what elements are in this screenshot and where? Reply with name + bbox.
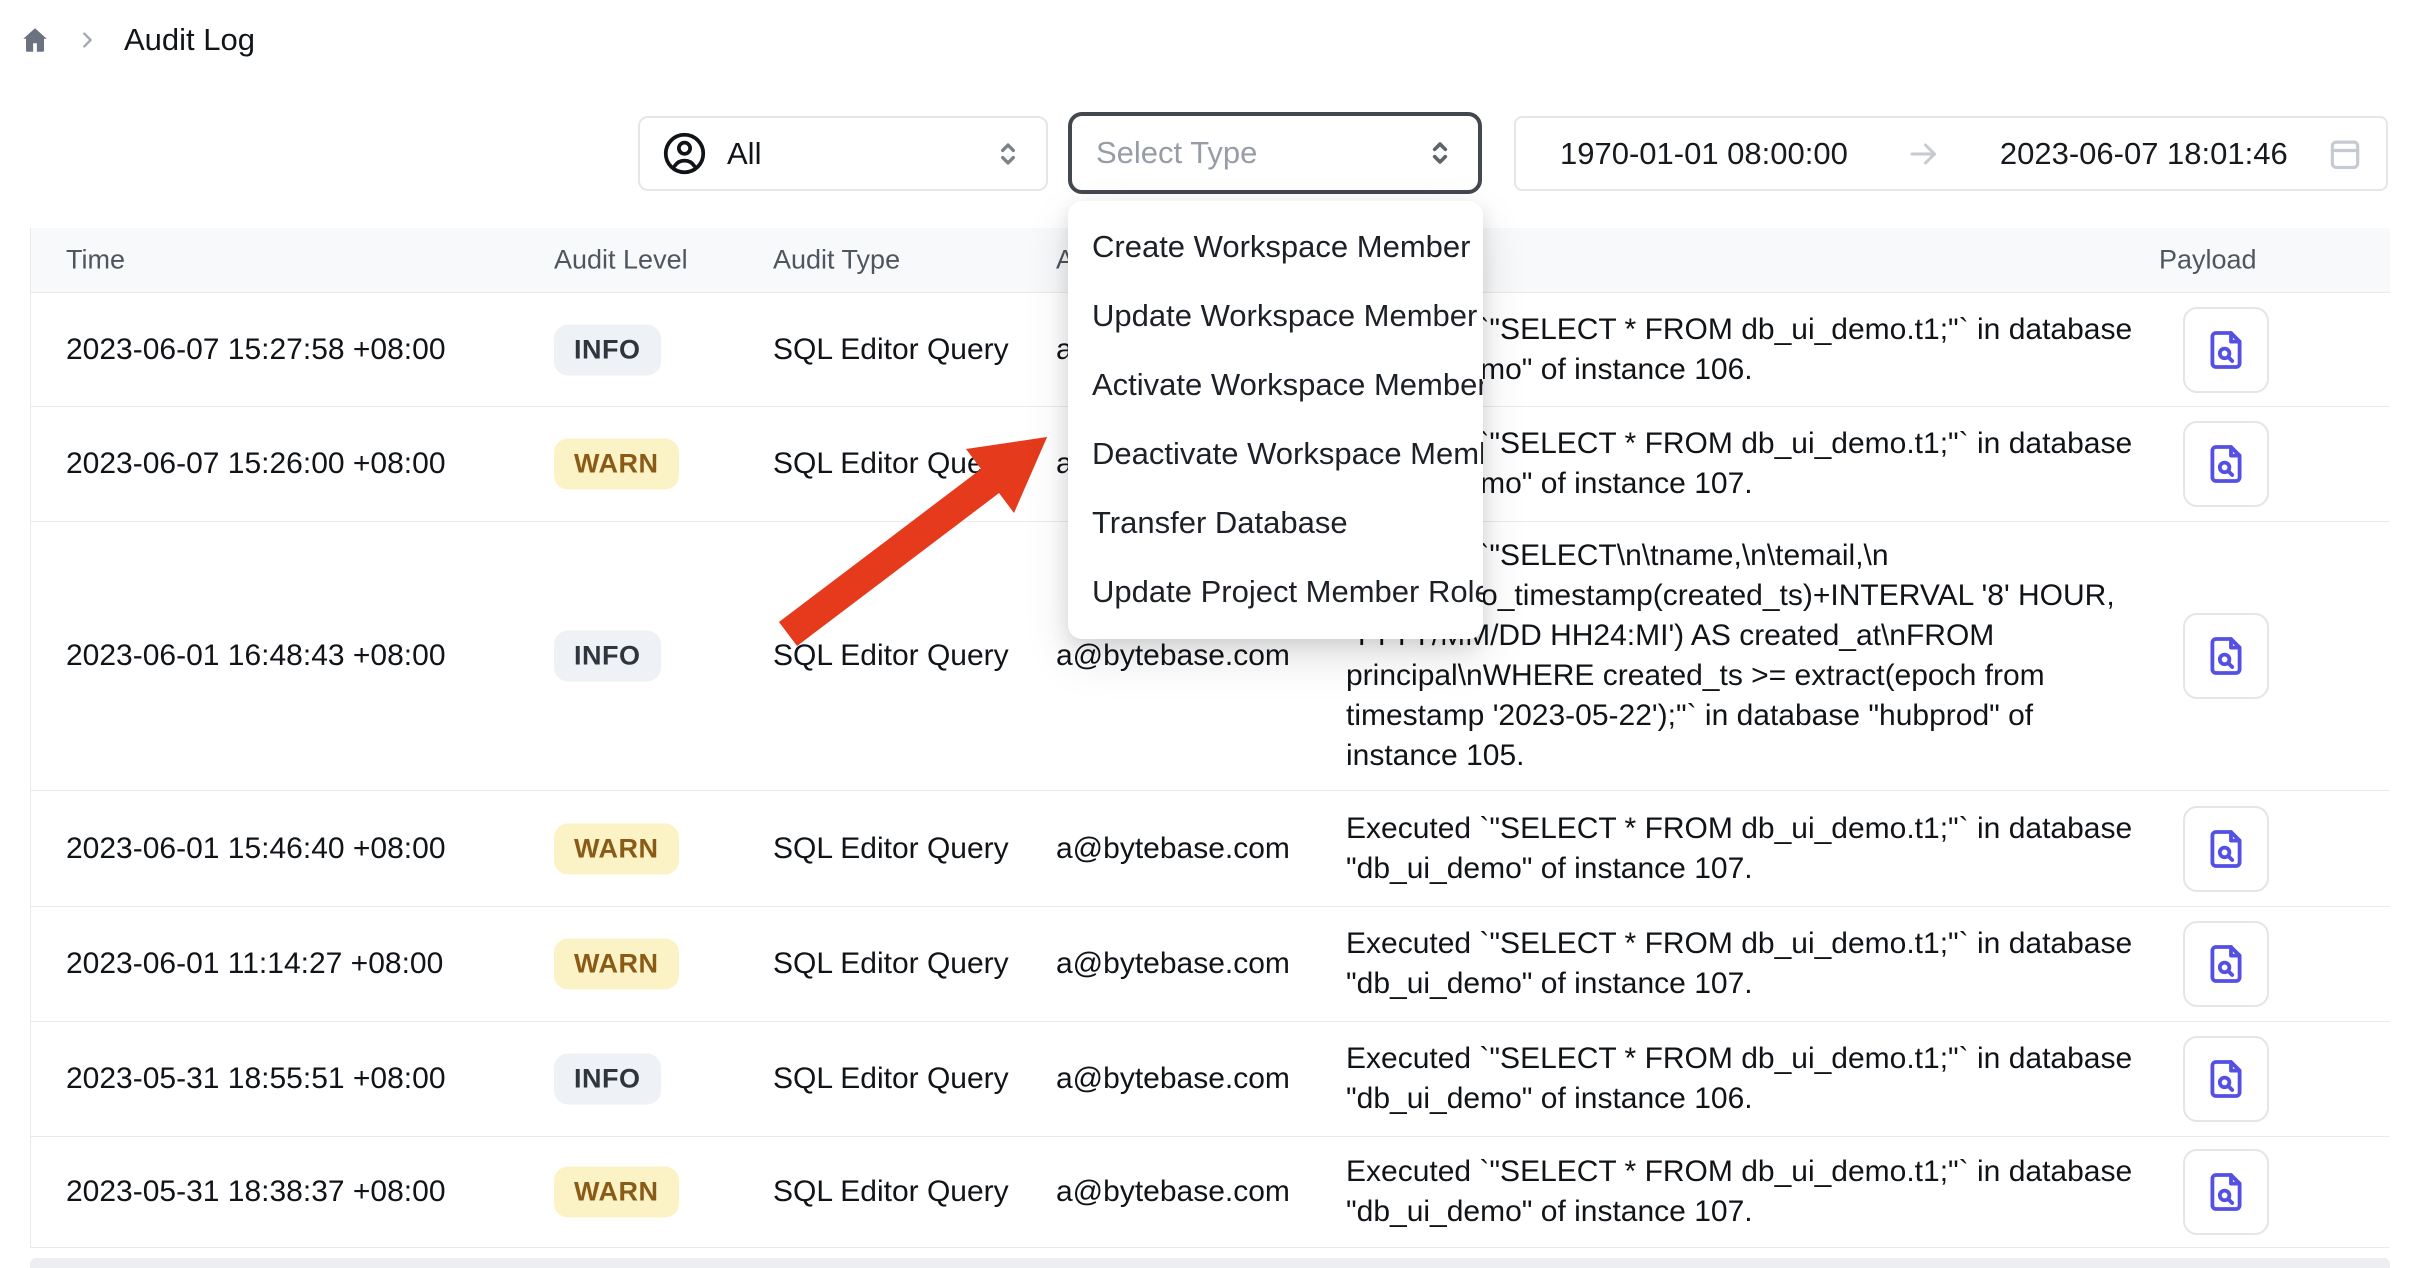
file-search-icon [2202,440,2250,488]
row-comment: Executed `"SELECT * FROM db_ui_demo.t1;"… [1346,809,2230,889]
date-range-end[interactable]: 2023-06-07 18:01:46 [2000,136,2288,172]
row-actor: a@bytebase.com [1056,1062,1290,1096]
row-time: 2023-06-07 15:27:58 +08:00 [66,333,446,367]
menu-item-update-project-member-role[interactable]: Update Project Member Role [1068,557,1483,626]
header-audit-level: Audit Level [554,245,688,276]
audit-level-badge: INFO [554,324,661,375]
type-filter-placeholder: Select Type [1096,135,1257,171]
chevron-up-down-icon [1424,137,1456,169]
payload-view-button[interactable] [2183,1036,2269,1122]
calendar-icon [2326,135,2364,173]
chevron-right-icon [76,29,98,51]
payload-view-button[interactable] [2183,307,2269,393]
menu-item-create-workspace-member[interactable]: Create Workspace Member [1068,212,1483,281]
user-filter-select[interactable]: All [638,116,1048,191]
user-circle-icon [662,131,707,176]
table-row: 2023-06-01 15:46:40 +08:00 WARN SQL Edit… [31,791,2390,907]
audit-level-badge: WARN [554,1167,679,1218]
row-time: 2023-06-01 11:14:27 +08:00 [66,947,443,981]
table-row: 2023-06-01 11:14:27 +08:00 WARN SQL Edit… [31,907,2390,1022]
audit-level-badge: WARN [554,823,679,874]
row-audit-type: SQL Editor Query [773,1062,1009,1096]
next-row-edge [30,1258,2390,1268]
row-audit-type: SQL Editor Query [773,947,1009,981]
menu-item-activate-workspace-member[interactable]: Activate Workspace Member [1068,350,1483,419]
audit-level-badge: INFO [554,631,661,682]
menu-item-transfer-database[interactable]: Transfer Database [1068,488,1483,557]
payload-view-button[interactable] [2183,1149,2269,1235]
file-search-icon [2202,825,2250,873]
menu-item-update-workspace-member[interactable]: Update Workspace Member [1068,281,1483,350]
row-comment: Executed `"SELECT * FROM db_ui_demo.t1;"… [1346,1039,2230,1119]
header-audit-type: Audit Type [773,245,900,276]
audit-level-badge: INFO [554,1054,661,1105]
file-search-icon [2202,1055,2250,1103]
date-range-picker[interactable]: 1970-01-01 08:00:00 2023-06-07 18:01:46 [1514,116,2388,191]
row-actor: a@bytebase.com [1056,1175,1290,1209]
row-comment: Executed `"SELECT * FROM db_ui_demo.t1;"… [1346,1152,2230,1232]
type-filter-select[interactable]: Select Type [1068,112,1482,194]
audit-level-badge: WARN [554,939,679,990]
row-time: 2023-06-01 16:48:43 +08:00 [66,639,446,673]
row-audit-type: SQL Editor Query [773,832,1009,866]
audit-level-badge: WARN [554,439,679,490]
payload-view-button[interactable] [2183,613,2269,699]
payload-view-button[interactable] [2183,806,2269,892]
audit-log-page: Audit Log All Select Type 1970-01-01 08:… [0,0,2410,1268]
file-search-icon [2202,940,2250,988]
row-comment: Executed `"SELECT * FROM db_ui_demo.t1;"… [1346,924,2230,1004]
row-time: 2023-06-01 15:46:40 +08:00 [66,832,446,866]
payload-view-button[interactable] [2183,421,2269,507]
red-arrow-annotation [760,415,1080,660]
date-range-start[interactable]: 1970-01-01 08:00:00 [1560,136,1848,172]
header-time: Time [66,245,125,276]
row-actor: a@bytebase.com [1056,639,1290,673]
table-row: 2023-05-31 18:55:51 +08:00 INFO SQL Edit… [31,1022,2390,1137]
row-audit-type: SQL Editor Query [773,333,1009,367]
table-row: 2023-05-31 18:38:37 +08:00 WARN SQL Edit… [31,1137,2390,1248]
page-title: Audit Log [124,22,255,58]
home-icon[interactable] [20,25,50,55]
breadcrumb: Audit Log [20,22,255,58]
row-actor: a@bytebase.com [1056,947,1290,981]
row-actor: a@bytebase.com [1056,832,1290,866]
menu-item-deactivate-workspace-member[interactable]: Deactivate Workspace Member [1068,419,1483,488]
file-search-icon [2202,632,2250,680]
file-search-icon [2202,326,2250,374]
header-payload: Payload [2159,245,2257,276]
user-filter-value: All [727,136,761,172]
row-audit-type: SQL Editor Query [773,1175,1009,1209]
arrow-right-icon [1906,136,1942,172]
file-search-icon [2202,1168,2250,1216]
type-filter-dropdown: Create Workspace Member Update Workspace… [1068,201,1483,639]
row-time: 2023-06-07 15:26:00 +08:00 [66,447,446,481]
chevron-up-down-icon [992,138,1024,170]
payload-view-button[interactable] [2183,921,2269,1007]
row-time: 2023-05-31 18:38:37 +08:00 [66,1175,446,1209]
row-time: 2023-05-31 18:55:51 +08:00 [66,1062,446,1096]
